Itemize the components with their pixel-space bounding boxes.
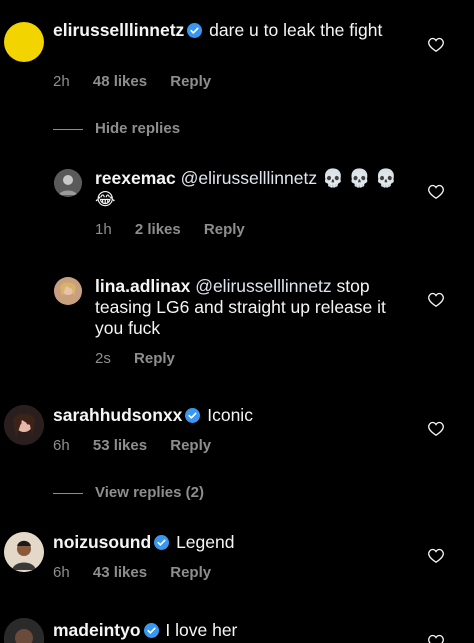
heart-icon[interactable] (428, 37, 444, 52)
avatar[interactable] (4, 618, 44, 643)
hide-replies-label: Hide replies (95, 120, 181, 137)
comment-time: 6h (53, 437, 70, 454)
comment-meta: 2h 48 likes Reply (53, 73, 230, 90)
divider-line (53, 492, 83, 494)
avatar[interactable] (4, 22, 44, 62)
mention-link[interactable]: @elirusselllinnetz (195, 276, 331, 296)
heart-icon[interactable] (428, 292, 444, 307)
comment-username[interactable]: reexemac (95, 168, 176, 188)
likes-count[interactable]: 2 likes (135, 221, 181, 238)
likes-count[interactable]: 53 likes (93, 437, 147, 454)
comment-username[interactable]: noizusound (53, 532, 151, 552)
comment-time: 6h (53, 564, 70, 581)
heart-icon[interactable] (428, 184, 444, 199)
comment-body: madeintyo I love her (53, 620, 383, 641)
reply-button[interactable]: Reply (204, 221, 245, 238)
mention-link[interactable]: @elirusselllinnetz (181, 168, 317, 188)
heart-icon[interactable] (428, 421, 444, 436)
comment-time: 2s (95, 350, 111, 367)
likes-count[interactable]: 48 likes (93, 73, 147, 90)
verified-badge-icon (154, 535, 170, 550)
comment-username[interactable]: lina.adlinax (95, 276, 190, 296)
comment-time: 2h (53, 73, 70, 90)
comment-username[interactable]: sarahhudsonxx (53, 405, 182, 425)
comment-meta: 1h 2 likes Reply (95, 221, 264, 238)
comment-text: dare u to leak the fight (209, 20, 383, 40)
comment-username[interactable]: madeintyo (53, 620, 141, 640)
avatar[interactable] (4, 405, 44, 445)
comment-body: sarahhudsonxx Iconic (53, 405, 383, 426)
view-replies-toggle[interactable]: View replies (2) (53, 484, 204, 501)
divider-line (53, 128, 83, 130)
verified-badge-icon (187, 23, 203, 38)
comment-text: Iconic (207, 405, 253, 425)
reply-button[interactable]: Reply (170, 437, 211, 454)
likes-count[interactable]: 43 likes (93, 564, 147, 581)
hide-replies-toggle[interactable]: Hide replies (53, 120, 180, 137)
avatar[interactable] (54, 169, 82, 197)
comment-time: 1h (95, 221, 112, 238)
comment-body: noizusound Legend (53, 532, 383, 553)
avatar[interactable] (4, 532, 44, 572)
comment-meta: 6h 53 likes Reply (53, 437, 230, 454)
reply-button[interactable]: Reply (134, 350, 175, 367)
reply-button[interactable]: Reply (170, 564, 211, 581)
comment-body: lina.adlinax @elirusselllinnetz stop tea… (95, 276, 405, 339)
verified-badge-icon (143, 623, 159, 638)
heart-icon[interactable] (428, 548, 444, 563)
heart-icon[interactable] (428, 634, 444, 643)
comment-body: elirusselllinnetz dare u to leak the fig… (53, 20, 383, 41)
comment-meta: 6h 43 likes Reply (53, 564, 230, 581)
verified-badge-icon (185, 408, 201, 423)
comment-username[interactable]: elirusselllinnetz (53, 20, 184, 40)
comment-body: reexemac @elirusselllinnetz 💀 💀 💀 😂 (95, 168, 405, 210)
reply-button[interactable]: Reply (170, 73, 211, 90)
avatar[interactable] (54, 277, 82, 305)
comment-text: Legend (176, 532, 235, 552)
view-replies-label: View replies (2) (95, 484, 204, 501)
comment-meta: 2s Reply (95, 350, 194, 367)
comment-text: I love her (165, 620, 238, 640)
